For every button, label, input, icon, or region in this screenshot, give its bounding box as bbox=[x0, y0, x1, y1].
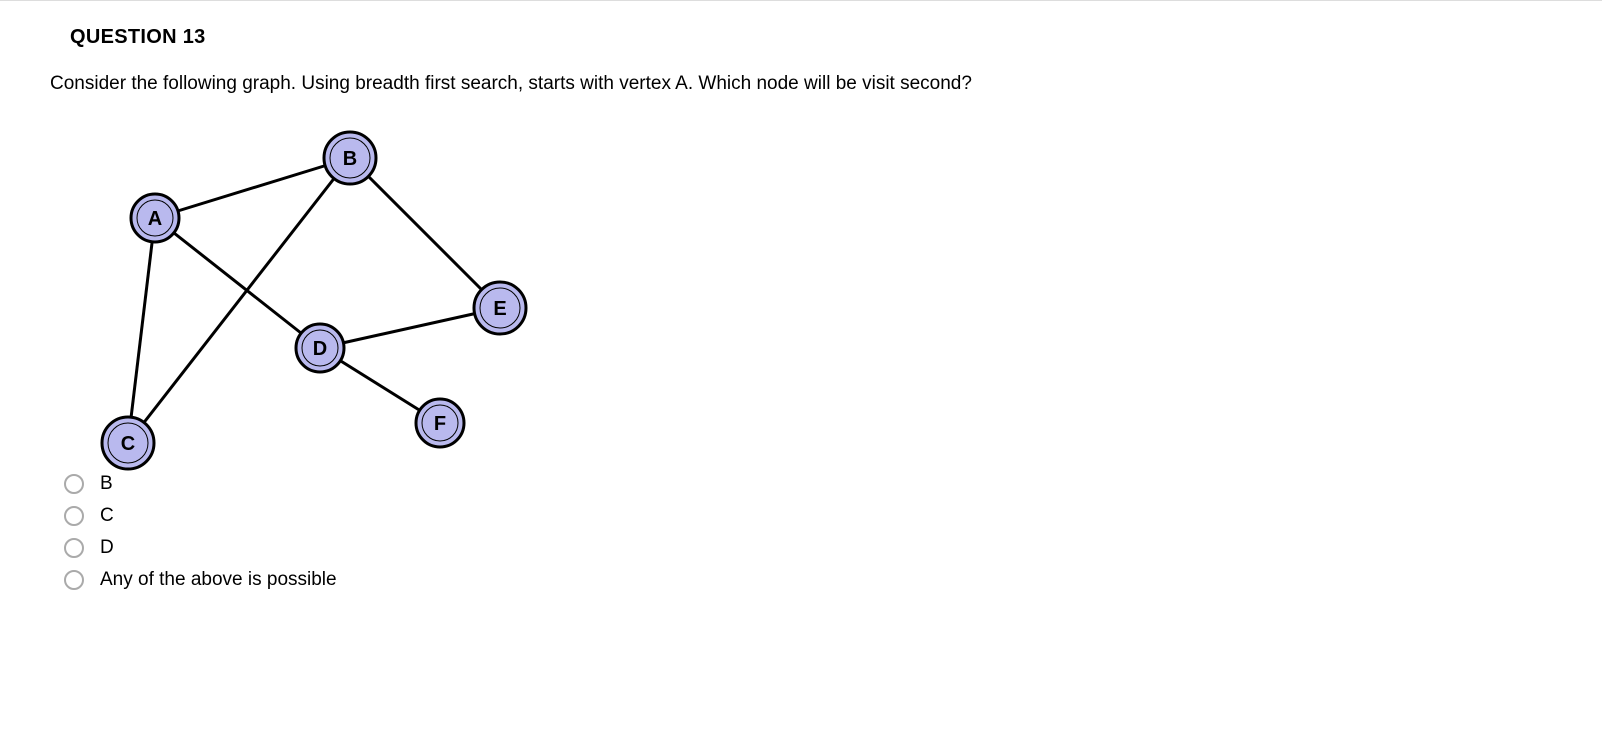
question-prompt: Consider the following graph. Using brea… bbox=[50, 71, 1552, 98]
option-row[interactable]: B bbox=[64, 473, 1552, 495]
radio-icon[interactable] bbox=[64, 538, 84, 558]
graph-node-label: A bbox=[148, 208, 162, 230]
answer-options: BCD Any of the above is possible bbox=[64, 473, 1552, 591]
option-row[interactable]: C bbox=[64, 505, 1552, 527]
graph-edge bbox=[128, 218, 155, 443]
graph-diagram: A B C D E F bbox=[60, 113, 560, 473]
graph-node-label: E bbox=[493, 298, 506, 320]
option-label: C bbox=[100, 505, 114, 527]
graph-node-label: F bbox=[434, 413, 446, 435]
graph-edge bbox=[155, 218, 320, 348]
graph-node-label: D bbox=[313, 338, 327, 360]
option-row[interactable]: Any of the above is possible bbox=[64, 569, 1552, 591]
graph-svg: A B C D E F bbox=[60, 113, 560, 473]
radio-icon[interactable] bbox=[64, 506, 84, 526]
radio-icon[interactable] bbox=[64, 474, 84, 494]
graph-node-label: B bbox=[343, 148, 357, 170]
graph-edge bbox=[350, 158, 500, 308]
question-container: QUESTION 13 Consider the following graph… bbox=[0, 0, 1602, 631]
question-title: QUESTION 13 bbox=[70, 26, 1552, 49]
option-row[interactable]: D bbox=[64, 537, 1552, 559]
graph-edge bbox=[320, 308, 500, 348]
option-label: D bbox=[100, 537, 114, 559]
option-label: Any of the above is possible bbox=[100, 569, 337, 591]
radio-icon[interactable] bbox=[64, 570, 84, 590]
option-label: B bbox=[100, 473, 113, 495]
graph-node-label: C bbox=[121, 433, 135, 455]
graph-edge bbox=[155, 158, 350, 218]
